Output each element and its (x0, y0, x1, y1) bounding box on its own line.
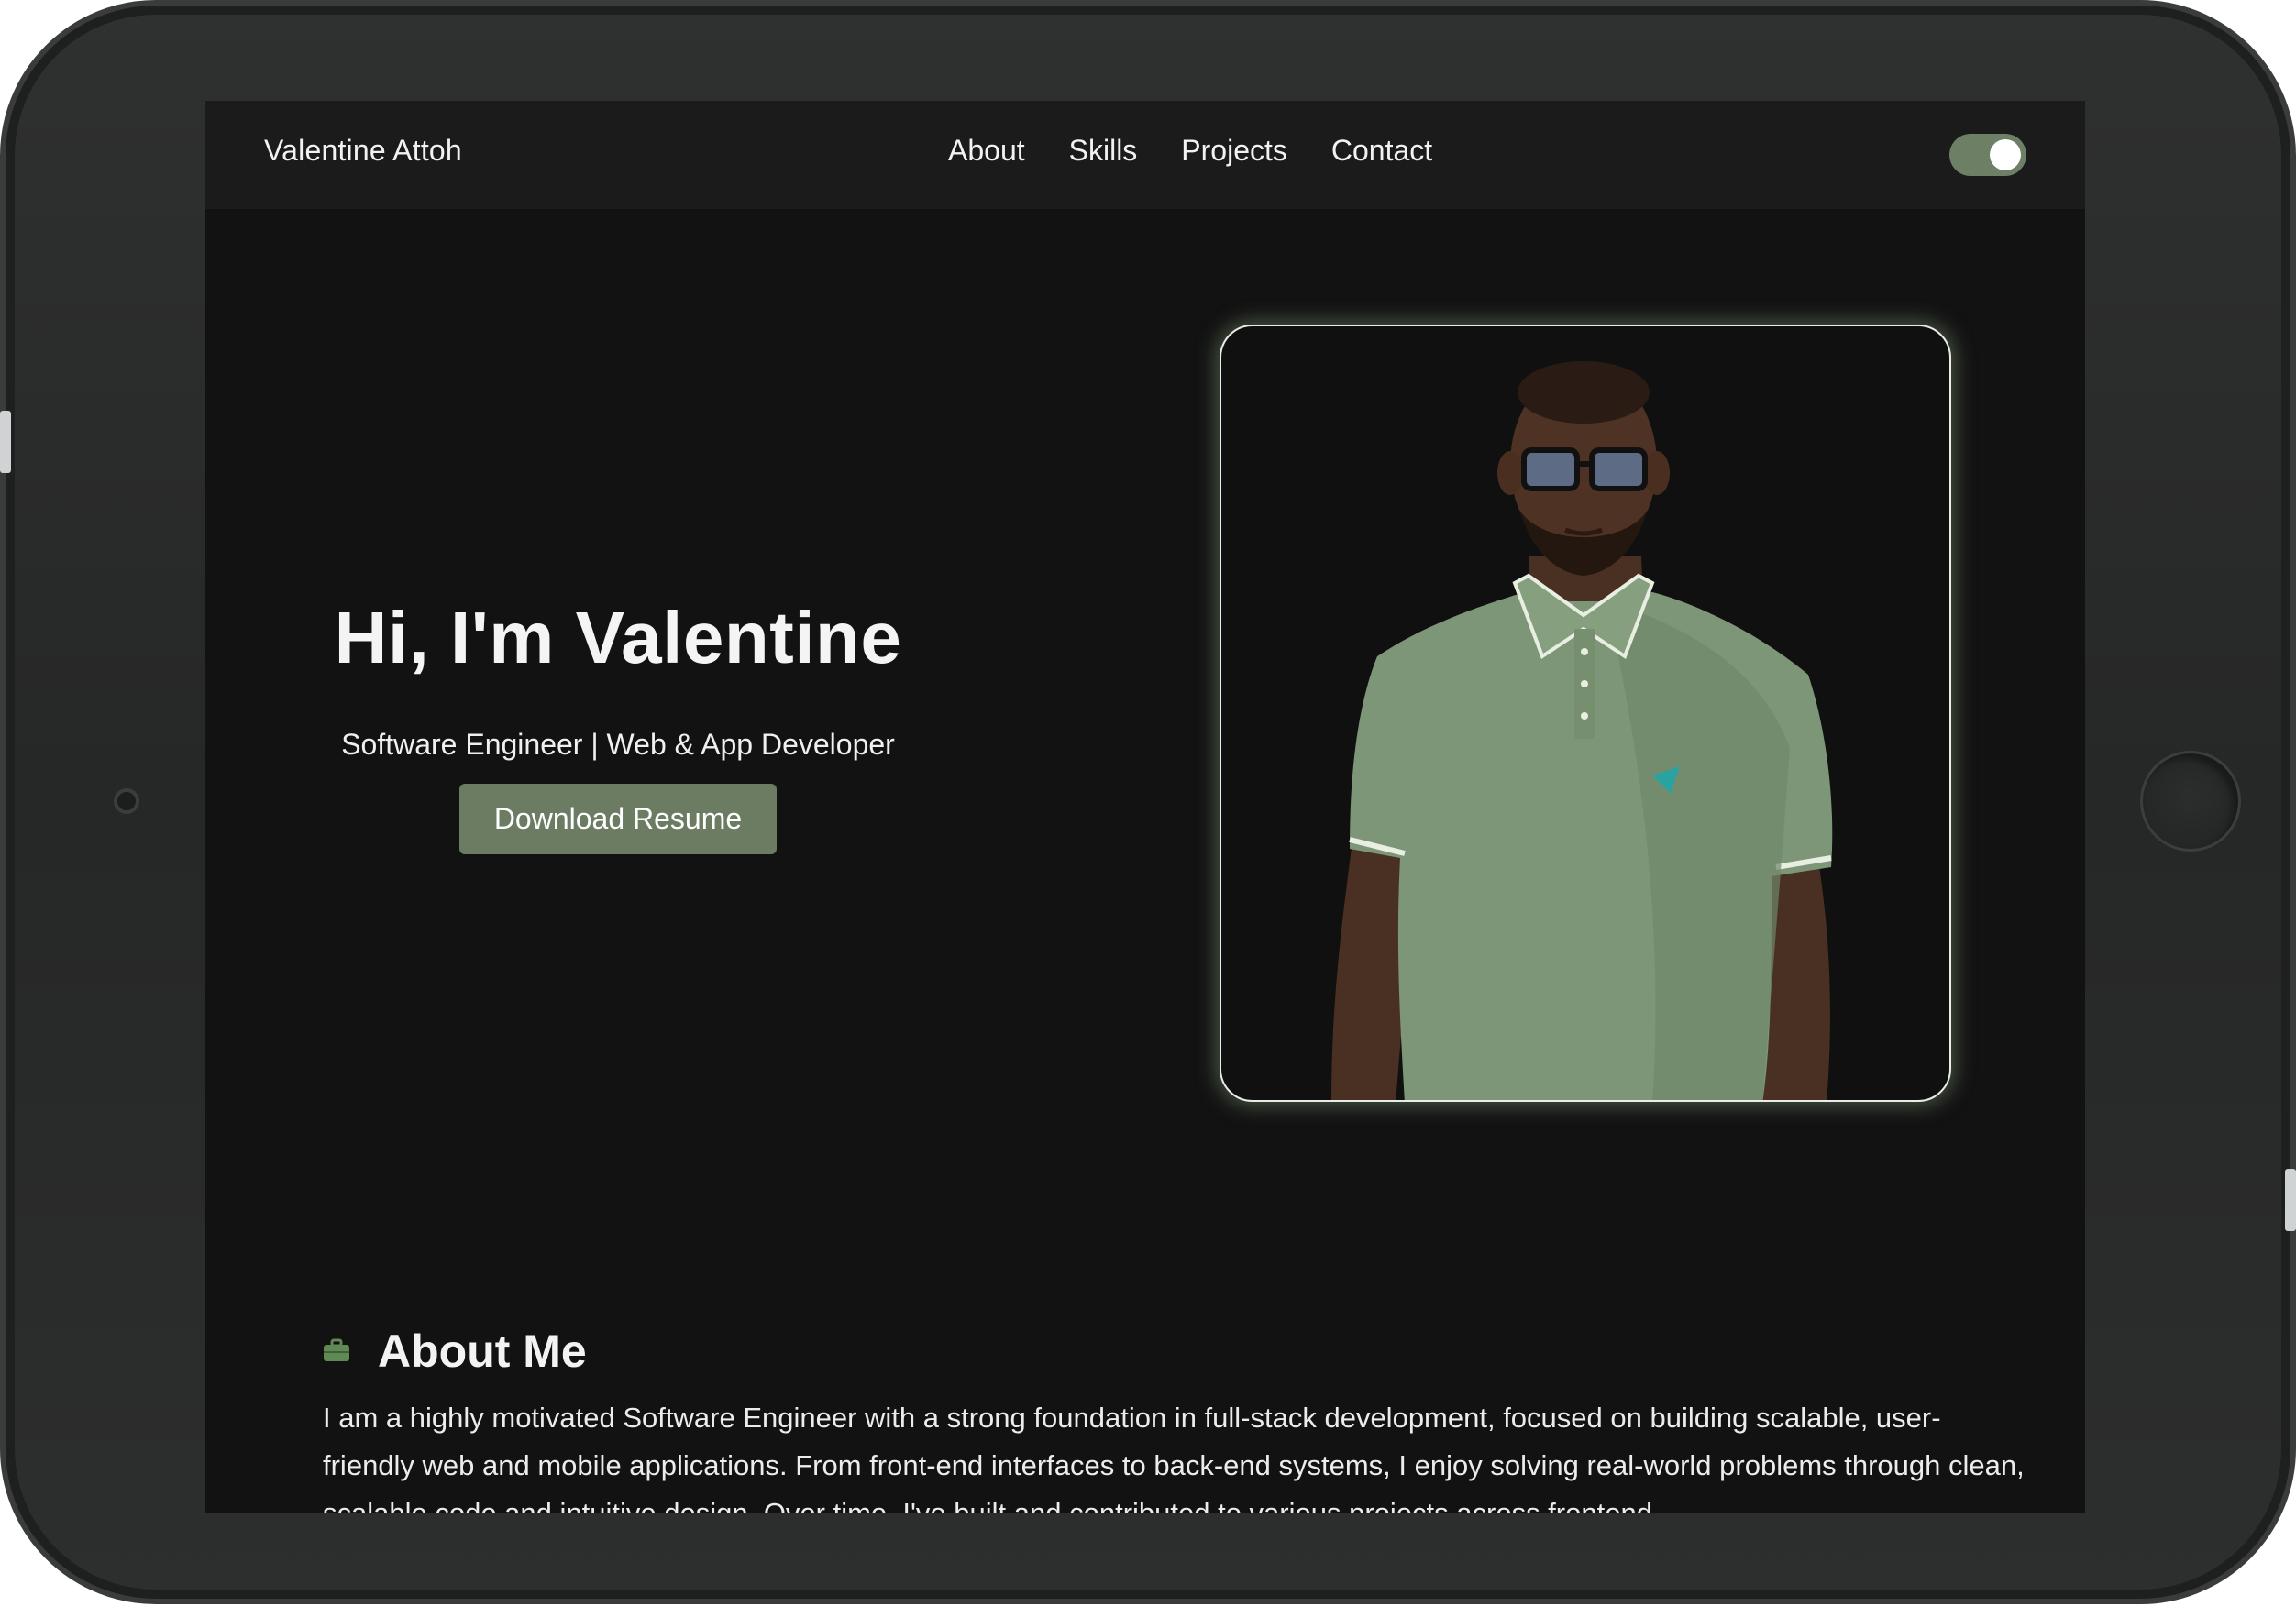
briefcase-icon (323, 1337, 350, 1365)
side-button-right (2285, 1169, 2296, 1231)
about-paragraph: I am a highly motivated Software Enginee… (323, 1402, 2025, 1512)
navbar: Valentine Attoh About Skills Projects Co… (205, 101, 2085, 209)
hero-subtitle: Software Engineer | Web & App Developer (341, 728, 895, 761)
hero-title: Hi, I'm Valentine (334, 597, 902, 678)
about-title: About Me (378, 1326, 587, 1377)
about-section: About Me I am a highly motivated Softwar… (323, 1325, 2028, 1512)
nav-links: About Skills Projects Contact (948, 134, 1432, 168)
person-portrait-illustration (1331, 361, 1833, 1100)
nav-link-about[interactable]: About (948, 134, 1025, 168)
toggle-knob (1990, 139, 2021, 170)
download-resume-button[interactable]: Download Resume (458, 784, 778, 854)
profile-photo (1220, 324, 1951, 1102)
about-heading: About Me (323, 1325, 2028, 1378)
theme-toggle[interactable] (1949, 134, 2026, 176)
hero-intro: Hi, I'm Valentine Software Engineer | We… (297, 596, 939, 854)
brand-name[interactable]: Valentine Attoh (264, 134, 462, 168)
volume-button-top (0, 411, 11, 473)
home-button[interactable] (2140, 751, 2241, 852)
front-camera (114, 788, 139, 814)
nav-link-projects[interactable]: Projects (1181, 134, 1287, 168)
browser-viewport: Valentine Attoh About Skills Projects Co… (205, 101, 2085, 1512)
nav-link-skills[interactable]: Skills (1069, 134, 1138, 168)
nav-link-contact[interactable]: Contact (1331, 134, 1432, 168)
